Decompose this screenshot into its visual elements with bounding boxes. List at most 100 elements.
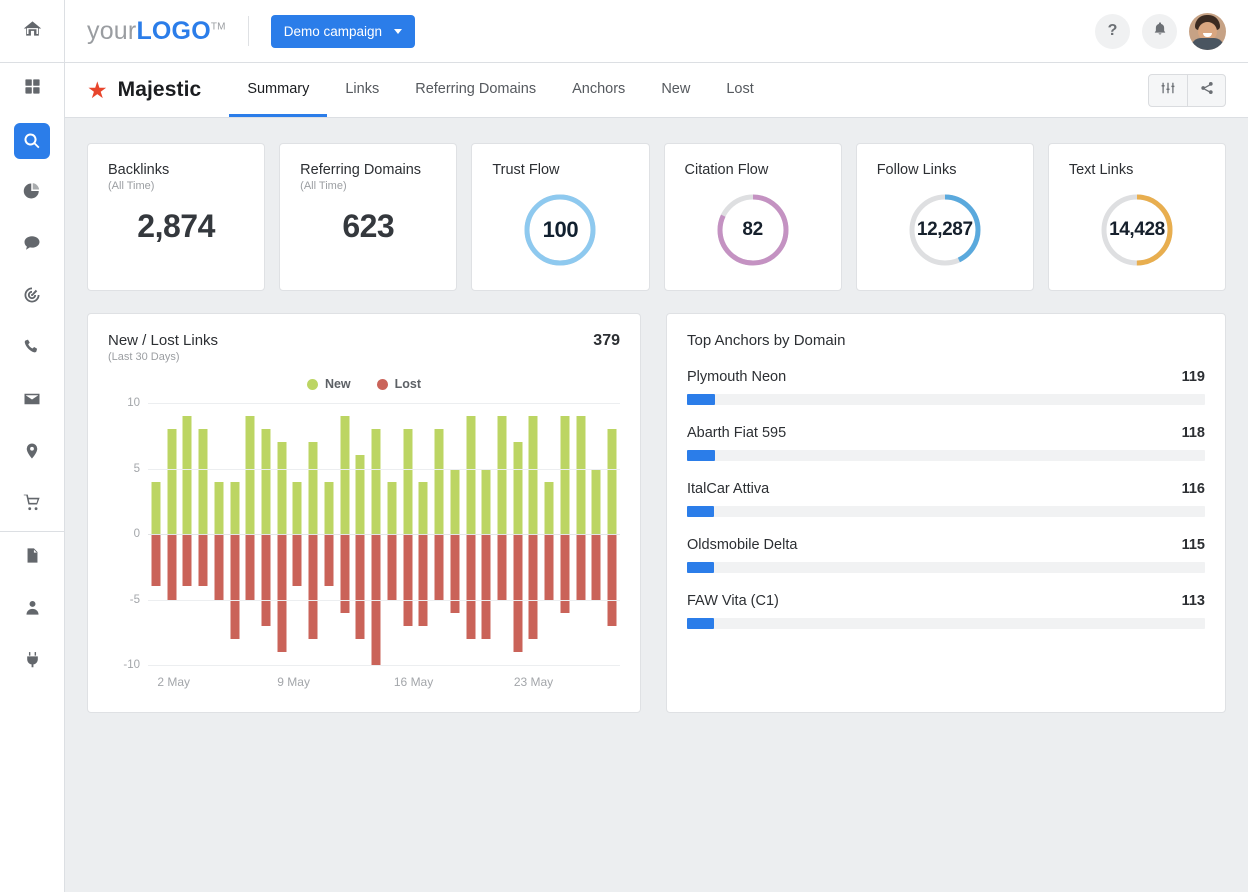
tab-label: Lost <box>726 80 754 97</box>
chart-bar-new <box>591 468 601 534</box>
anchor-value: 116 <box>1181 481 1205 497</box>
anchor-row[interactable]: ItalCar Attiva 116 <box>687 481 1205 517</box>
panel-title: Top Anchors by Domain <box>687 332 846 349</box>
chart-bar-lost <box>528 534 538 639</box>
kpi-value: 14,428 <box>1109 219 1165 240</box>
chart-bar-lost <box>544 534 554 600</box>
tab-lost[interactable]: Lost <box>708 63 771 117</box>
kpi-title: Text Links <box>1068 162 1134 178</box>
chart-bar-lost <box>340 534 350 613</box>
anchor-label: ItalCar Attiva <box>687 481 770 497</box>
sidebar-item-calls[interactable] <box>0 323 65 375</box>
kpi-title: Citation Flow <box>684 162 769 178</box>
legend-item-new[interactable]: New <box>306 377 351 391</box>
legend-label: Lost <box>394 377 422 391</box>
chart-bar-lost <box>560 534 570 613</box>
rail-group-modules <box>0 63 64 531</box>
sidebar-item-analytics[interactable] <box>0 167 65 219</box>
sidebar-item-integrations[interactable] <box>0 636 65 688</box>
sidebar-item-home[interactable] <box>0 0 65 62</box>
chart-bar-new <box>434 429 444 534</box>
legend-item-lost[interactable]: Lost <box>376 377 422 391</box>
chart-bar-new <box>497 416 507 534</box>
chart-bar-new <box>308 442 318 534</box>
chart-bar-new <box>340 416 350 534</box>
chart-bar-new <box>387 481 397 534</box>
tab-summary[interactable]: Summary <box>229 63 328 117</box>
chart-gridline <box>148 534 620 535</box>
chart-bar-new <box>167 429 177 534</box>
top-bar: yourLOGOTM Demo campaign ? <box>65 0 1248 63</box>
tab-links[interactable]: Links <box>327 63 397 117</box>
chart-bar-new <box>544 481 554 534</box>
chart-bar-new <box>403 429 413 534</box>
tab-label: Referring Domains <box>415 80 537 97</box>
settings-sliders-button[interactable] <box>1149 75 1187 106</box>
trust-flow-donut: 100 <box>522 192 598 268</box>
sidebar-item-messages[interactable] <box>0 219 65 271</box>
anchor-row[interactable]: Plymouth Neon 119 <box>687 369 1205 405</box>
sidebar-item-dashboard[interactable] <box>0 63 65 115</box>
section-tab-bar: ★ Majestic Summary Links Referring Domai… <box>65 63 1248 118</box>
kpi-subtitle: (All Time) <box>300 180 347 192</box>
avatar-smile <box>1203 32 1212 37</box>
anchor-value: 115 <box>1181 537 1205 553</box>
top-anchors-panel: Top Anchors by Domain Plymouth Neon 119 Ab… <box>666 313 1226 713</box>
kpi-donut-wrap: 14,428 <box>1069 192 1205 268</box>
report-icon <box>24 547 41 569</box>
chart-bar-lost <box>387 534 397 600</box>
kpi-card-row: Backlinks (All Time) 2,874 Referring Dom… <box>87 143 1227 291</box>
share-button[interactable] <box>1187 74 1225 106</box>
anchor-label: Oldsmobile Delta <box>687 537 798 553</box>
sidebar-item-ecommerce[interactable] <box>0 479 65 531</box>
brand-name: Majestic <box>117 78 202 101</box>
anchor-head: ItalCar Attiva 116 <box>687 481 1205 497</box>
sidebar-item-account[interactable] <box>0 584 65 636</box>
page-container: yourLOGOTM Demo campaign ? ★ Majestic Su… <box>65 0 1248 892</box>
tab-anchors[interactable]: Anchors <box>554 63 643 117</box>
anchor-row[interactable]: FAW Vita (C1) 113 <box>687 593 1205 629</box>
avatar[interactable] <box>1189 12 1226 50</box>
help-button[interactable]: ? <box>1095 13 1130 49</box>
main-content: Backlinks (All Time) 2,874 Referring Dom… <box>65 118 1248 892</box>
kpi-card-backlinks: Backlinks (All Time) 2,874 <box>87 143 266 291</box>
y-axis-tick-label: -5 <box>129 593 140 606</box>
chart-bar-new <box>261 429 271 534</box>
sidebar-item-email[interactable] <box>0 375 65 427</box>
chart-bar-new <box>277 442 287 534</box>
tab-referring-domains[interactable]: Referring Domains <box>397 63 554 117</box>
chart-bar-lost <box>167 534 177 600</box>
anchor-label: Plymouth Neon <box>687 369 787 385</box>
chart-bar-lost <box>466 534 476 639</box>
sidebar-item-goals[interactable] <box>0 271 65 323</box>
anchor-progress-track <box>687 394 1205 405</box>
panel-header: New / Lost Links (Last 30 Days) 379 <box>108 332 620 363</box>
kpi-title: Trust Flow <box>492 162 560 178</box>
logo-divider <box>247 16 249 46</box>
anchor-row[interactable]: Abarth Fiat 595 118 <box>687 425 1205 461</box>
kpi-card-trust-flow: Trust Flow 100 <box>471 143 650 291</box>
y-axis-tick-label: 10 <box>127 397 140 409</box>
chart-bar-new <box>607 429 617 534</box>
sidebar-item-locations[interactable] <box>0 427 65 479</box>
chart-bar-new <box>450 468 460 534</box>
campaign-selector-button[interactable]: Demo campaign <box>270 14 415 48</box>
x-axis-tick-label: 2 May <box>157 675 191 689</box>
new-lost-bar-chart: 10 5 0 -5 -10 2 May 9 May 16 May 23 May <box>108 397 620 693</box>
kpi-value: 2,874 <box>137 208 215 244</box>
sidebar-item-reports[interactable] <box>0 532 65 584</box>
app-logo[interactable]: yourLOGOTM <box>87 17 226 46</box>
chart-gridline <box>148 599 620 601</box>
kpi-title: Referring Domains <box>300 162 422 178</box>
chart-bar-lost <box>481 534 491 639</box>
question-mark-icon: ? <box>1107 22 1118 39</box>
anchor-label: FAW Vita (C1) <box>687 593 779 609</box>
sidebar-item-search[interactable] <box>0 115 65 167</box>
anchor-progress-track <box>687 562 1205 573</box>
chart-bar-new <box>576 416 586 534</box>
notifications-button[interactable] <box>1142 13 1177 49</box>
anchor-row[interactable]: Oldsmobile Delta 115 <box>687 537 1205 573</box>
tab-new[interactable]: New <box>643 63 708 117</box>
x-axis-tick-label: 23 May <box>513 675 554 689</box>
anchor-head: Abarth Fiat 595 118 <box>687 425 1205 441</box>
